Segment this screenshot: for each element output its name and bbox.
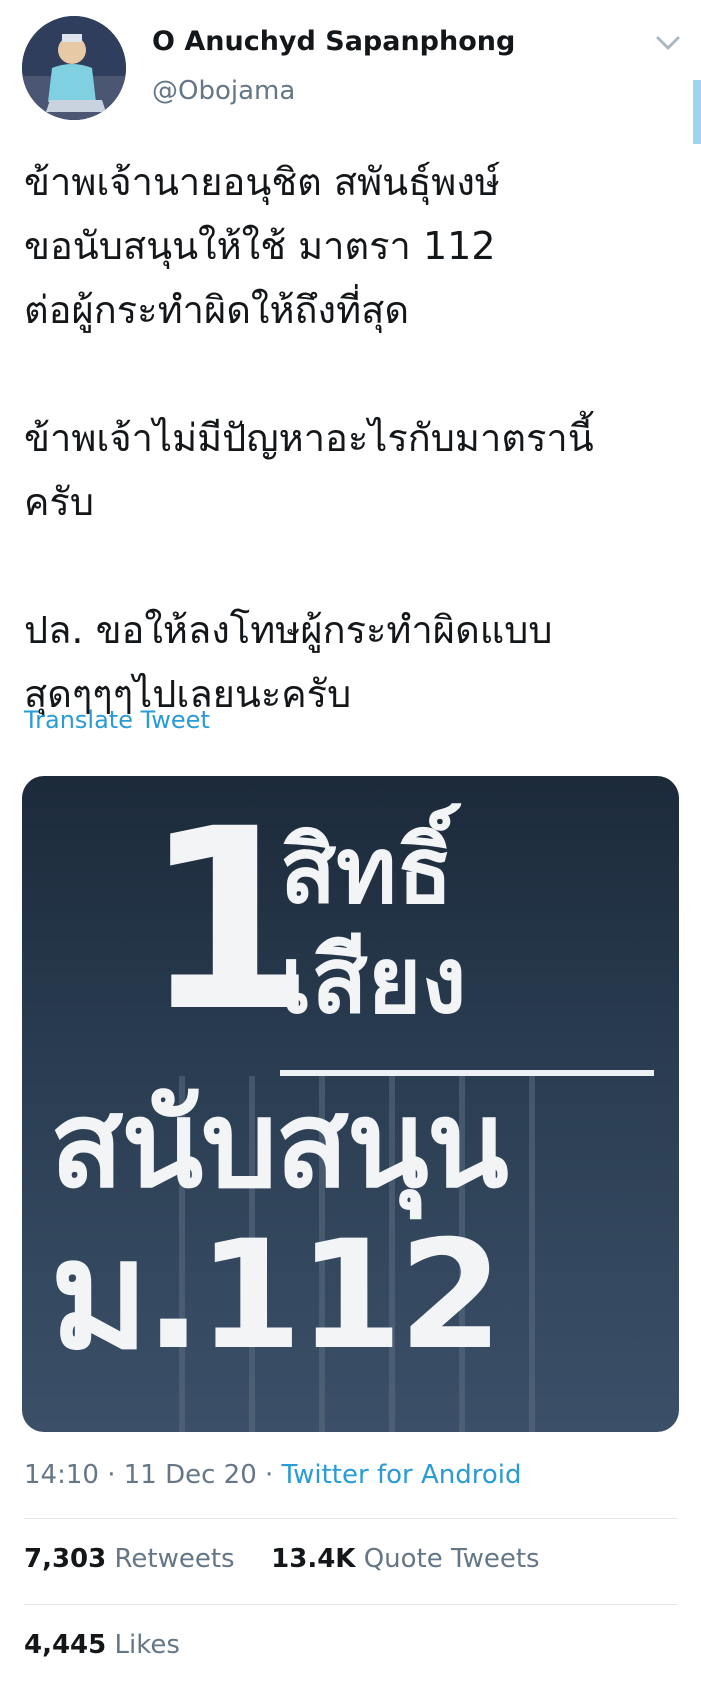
quote-tweets-count: 13.4K bbox=[271, 1544, 356, 1574]
stats-row: 7,303 Retweets 13.4K Quote Tweets bbox=[24, 1544, 540, 1574]
tweet-timestamp: 14:10 · 11 Dec 20 · Twitter for Android bbox=[24, 1460, 522, 1490]
tweet-line: ข้าพเจ้าไม่มีปัญหาอะไรกับมาตรานี้ bbox=[24, 416, 594, 460]
tweet-image[interactable]: 1 สิทธิ์ เสียง สนับสนุน ม.112 bbox=[22, 776, 679, 1432]
image-line-1: สิทธิ์ bbox=[280, 817, 453, 924]
likes-row: 4,445 Likes bbox=[24, 1630, 180, 1660]
tweet-paragraph: ข้าพเจ้าไม่มีปัญหาอะไรกับมาตรานี้ ครับ bbox=[24, 406, 674, 534]
tweet-line: ข้าพเจ้านายอนุชิต สพันธุ์พงษ์ bbox=[24, 160, 500, 204]
quote-tweets-stat[interactable]: 13.4K Quote Tweets bbox=[271, 1544, 539, 1574]
separator-dot: · bbox=[107, 1460, 116, 1490]
display-name[interactable]: O Anuchyd Sapanphong bbox=[152, 26, 515, 57]
divider bbox=[24, 1518, 677, 1519]
tweet-source[interactable]: Twitter for Android bbox=[282, 1460, 522, 1490]
tweet-date[interactable]: 11 Dec 20 bbox=[124, 1460, 257, 1490]
tweet-line: ปล. ขอให้ลงโทษผู้กระทำผิดแบบ bbox=[24, 608, 553, 652]
translate-tweet-link[interactable]: Translate Tweet bbox=[24, 706, 210, 734]
quote-tweets-label: Quote Tweets bbox=[363, 1544, 540, 1574]
retweets-count: 7,303 bbox=[24, 1544, 107, 1574]
image-headline: 1 สิทธิ์ เสียง สนับสนุน ม.112 bbox=[22, 776, 679, 1432]
image-line-3: สนับสนุน bbox=[50, 1076, 509, 1215]
tweet-line: ครับ bbox=[24, 480, 94, 524]
tweet-text: ข้าพเจ้านายอนุชิต สพันธุ์พงษ์ ขอนับสนุนใ… bbox=[24, 150, 674, 790]
separator-dot: · bbox=[265, 1460, 274, 1490]
tweet-time[interactable]: 14:10 bbox=[24, 1460, 99, 1490]
image-line-4: ม.112 bbox=[50, 1209, 503, 1383]
retweets-stat[interactable]: 7,303 Retweets bbox=[24, 1544, 235, 1574]
divider bbox=[24, 1604, 677, 1605]
chevron-down-icon[interactable] bbox=[654, 32, 682, 54]
scrollbar-indicator[interactable] bbox=[693, 80, 701, 144]
tweet-line: ขอนับสนุนให้ใช้ มาตรา 112 bbox=[24, 224, 496, 268]
retweets-label: Retweets bbox=[114, 1544, 235, 1574]
tweet-line: ต่อผู้กระทำผิดให้ถึงที่สุด bbox=[24, 288, 410, 332]
user-handle[interactable]: @Obojama bbox=[152, 76, 295, 106]
likes-stat[interactable]: 4,445 Likes bbox=[24, 1630, 180, 1660]
likes-label: Likes bbox=[114, 1630, 180, 1660]
image-line-2: เสียง bbox=[280, 927, 467, 1034]
avatar[interactable] bbox=[22, 16, 126, 120]
tweet-paragraph: ข้าพเจ้านายอนุชิต สพันธุ์พงษ์ ขอนับสนุนใ… bbox=[24, 150, 674, 342]
likes-count: 4,445 bbox=[24, 1630, 107, 1660]
avatar-image bbox=[22, 16, 126, 120]
